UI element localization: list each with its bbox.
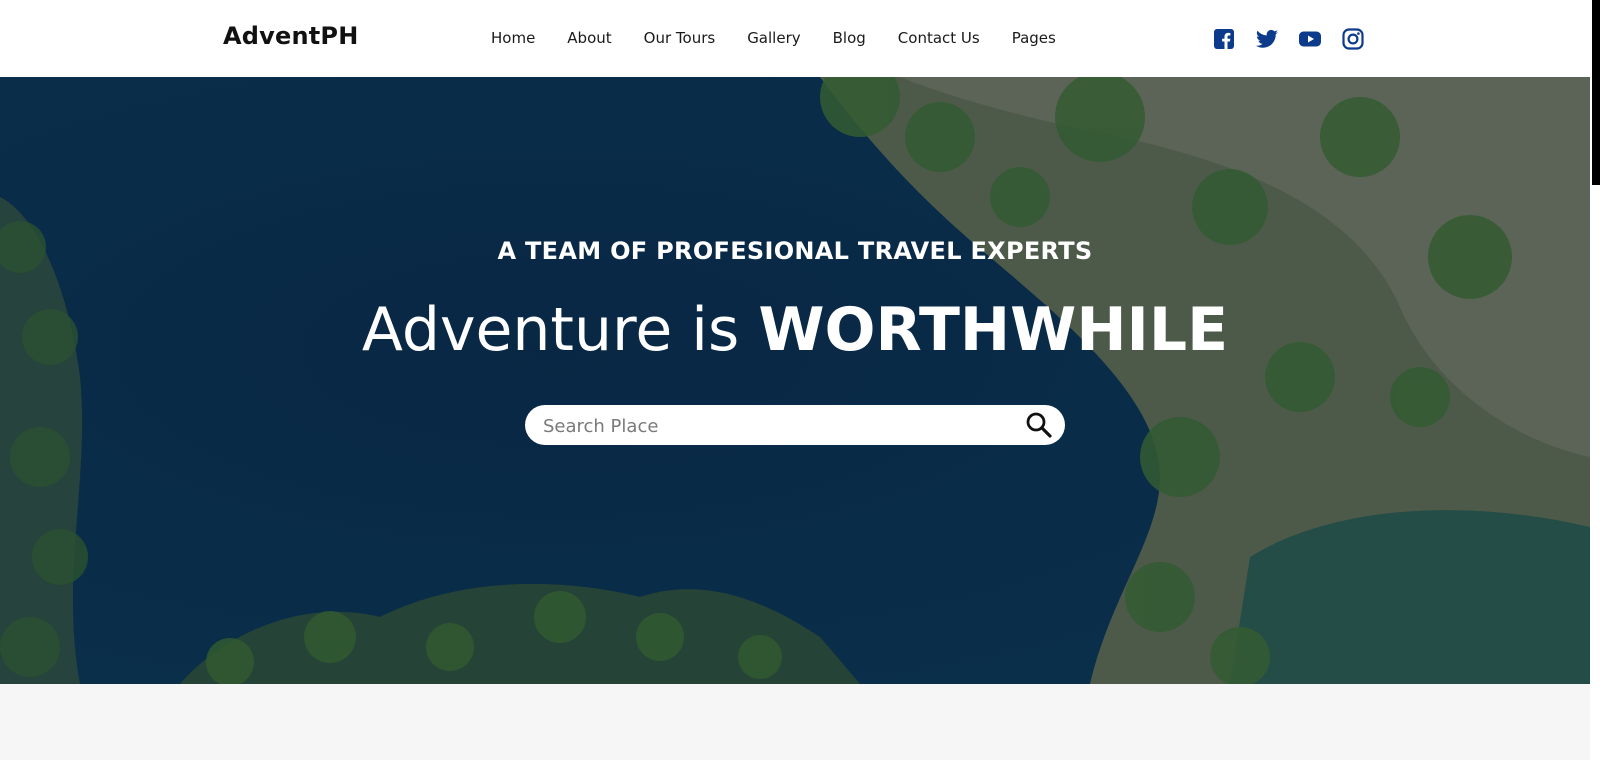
nav-item-gallery[interactable]: Gallery	[747, 29, 800, 47]
social-links	[1212, 27, 1384, 51]
brand-logo[interactable]: AdventPH	[223, 22, 359, 50]
instagram-icon[interactable]	[1341, 27, 1365, 51]
hero-tagline: A TEAM OF PROFESIONAL TRAVEL EXPERTS	[497, 237, 1093, 265]
nav-item-contact-us[interactable]: Contact Us	[898, 29, 980, 47]
search-bar	[525, 405, 1065, 447]
youtube-icon[interactable]	[1298, 27, 1322, 51]
facebook-icon[interactable]	[1212, 27, 1236, 51]
nav-item-pages[interactable]: Pages	[1012, 29, 1056, 47]
nav-item-blog[interactable]: Blog	[833, 29, 866, 47]
headline-bold-text: WORTHWHILE	[758, 295, 1229, 365]
site-header: AdventPH Home About Our Tours Gallery Bl…	[0, 0, 1590, 77]
hero-headline: Adventure is WORTHWHILE	[0, 295, 1590, 365]
nav-item-our-tours[interactable]: Our Tours	[644, 29, 716, 47]
scrollbar-thumb[interactable]	[1592, 0, 1600, 185]
main-nav: Home About Our Tours Gallery Blog Contac…	[491, 29, 1088, 47]
hero-overlay	[0, 77, 1590, 684]
search-input[interactable]	[541, 405, 1005, 447]
search-icon[interactable]	[1025, 411, 1053, 439]
headline-light-text: Adventure is	[361, 295, 759, 365]
nav-item-about[interactable]: About	[567, 29, 611, 47]
nav-item-home[interactable]: Home	[491, 29, 535, 47]
hero-section: A TEAM OF PROFESIONAL TRAVEL EXPERTS Adv…	[0, 77, 1590, 684]
twitter-icon[interactable]	[1255, 27, 1279, 51]
